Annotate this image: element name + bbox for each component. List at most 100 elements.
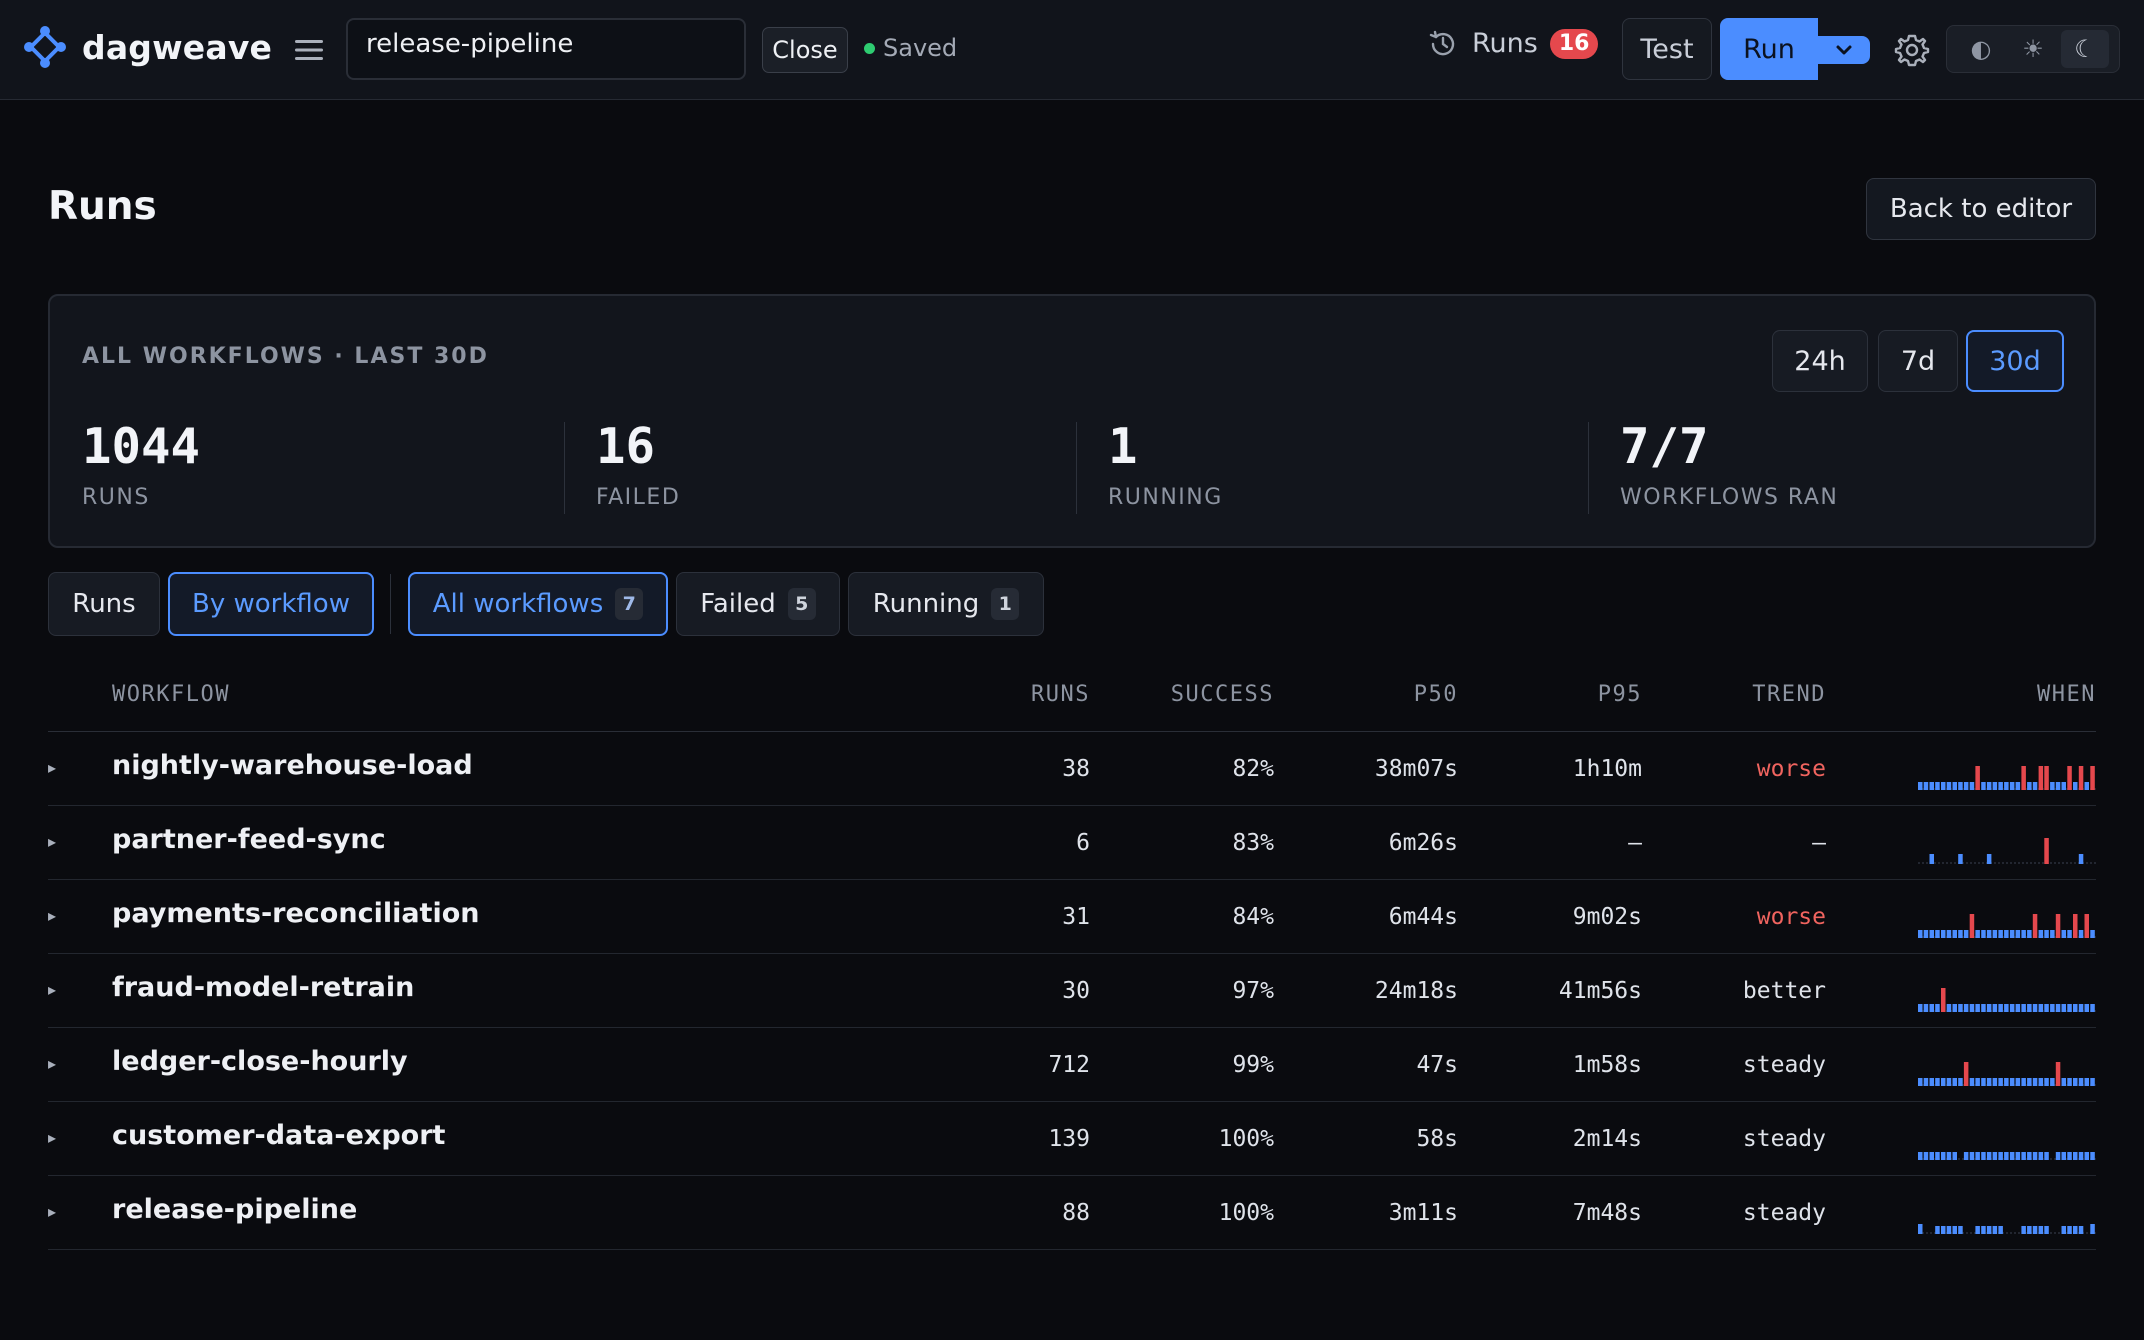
sparkline-bar-ok <box>2078 1226 2084 1234</box>
sparkline-bar-failed <box>2073 914 2078 938</box>
expand-caret-icon[interactable]: ▸ <box>48 758 56 777</box>
sparkline-bar-ok <box>2084 1004 2089 1012</box>
filter-all-workflows[interactable]: All workflows 7 <box>408 572 668 636</box>
sparkline-bar-ok <box>2021 930 2026 938</box>
column-header-workflow[interactable]: WORKFLOW <box>112 682 230 707</box>
trend-cell: steady <box>1742 1052 1826 1078</box>
sparkline-bar-failed <box>2055 1062 2061 1086</box>
filter-running[interactable]: Running 1 <box>848 572 1044 636</box>
sparkline-bar-ok <box>1981 782 1986 790</box>
column-header-p95[interactable]: P95 <box>1598 682 1642 707</box>
table-row[interactable]: ▸ ledger-close-hourly 712 99% 47s 1m58s steady <box>48 1028 2096 1102</box>
expand-caret-icon[interactable]: ▸ <box>48 906 56 925</box>
sparkline-bar-ok <box>2067 1004 2072 1012</box>
sparkline-bar-ok <box>1992 1004 1998 1012</box>
menu-icon[interactable] <box>292 30 326 70</box>
column-header-trend[interactable]: TREND <box>1752 682 1826 707</box>
sparkline-bar-ok <box>1923 930 1929 938</box>
sparkline-bar-ok <box>2078 1004 2084 1012</box>
expand-caret-icon[interactable]: ▸ <box>48 832 56 851</box>
sparkline-bar-ok <box>2078 1152 2084 1160</box>
sparkline-bar-ok <box>1975 1004 1980 1012</box>
contrast-icon[interactable]: ◐ <box>1957 30 2005 68</box>
sparkline-bar-ok <box>1992 930 1998 938</box>
sparkline-bar-ok <box>2061 782 2066 790</box>
p50-cell: 47s <box>1416 1052 1458 1078</box>
gear-icon[interactable] <box>1892 30 1932 70</box>
workflow-name: ledger-close-hourly <box>112 1046 408 1077</box>
sparkline-bar-ok <box>1946 930 1952 938</box>
sun-icon[interactable]: ☀ <box>2009 30 2057 68</box>
sparkline-bar-ok <box>2021 1152 2026 1160</box>
sparkline-bar-ok <box>1992 1226 1998 1234</box>
sparkline-bar-ok <box>1935 1004 1940 1012</box>
sparkline-bar-ok <box>2044 930 2049 938</box>
table-row[interactable]: ▸ nightly-warehouse-load 38 82% 38m07s 1h10m w… <box>48 732 2096 806</box>
sparkline-bar-ok <box>1981 1226 1986 1234</box>
sparkline-bar-ok <box>1923 1078 1929 1086</box>
close-button[interactable]: Close <box>762 27 848 73</box>
stat-runs: 1044 RUNS <box>82 422 200 516</box>
column-header-success[interactable]: SUCCESS <box>1171 682 1274 707</box>
view-by-workflow-tab[interactable]: By workflow <box>168 572 374 636</box>
sparkline-bar-ok <box>2073 1004 2078 1012</box>
sparkline-bar-ok <box>1929 782 1934 790</box>
filter-count-badge: 1 <box>991 588 1020 620</box>
run-button[interactable]: Run <box>1720 18 1818 80</box>
test-button[interactable]: Test <box>1622 18 1712 80</box>
column-header-p50[interactable]: P50 <box>1414 682 1458 707</box>
view-runs-tab[interactable]: Runs <box>48 572 160 636</box>
sparkline-bar-ok <box>2044 1078 2049 1086</box>
filter-failed[interactable]: Failed 5 <box>676 572 840 636</box>
sparkline-bar-failed <box>2084 914 2089 938</box>
back-to-editor-button[interactable]: Back to editor <box>1866 178 2096 240</box>
sparkline-bar-ok <box>2032 1226 2038 1234</box>
run-history-sparkline <box>1918 914 2096 938</box>
sparkline-bar-ok <box>2027 1078 2032 1086</box>
sparkline-bar-ok <box>2067 930 2072 938</box>
runs-nav-button[interactable]: Runs 16 <box>1428 28 1599 59</box>
sparkline-bar-ok <box>2038 1226 2044 1234</box>
range-24h-button[interactable]: 24h <box>1772 330 1868 392</box>
page-title: Runs <box>48 184 157 229</box>
table-row[interactable]: ▸ customer-data-export 139 100% 58s 2m14s stea… <box>48 1102 2096 1176</box>
expand-caret-icon[interactable]: ▸ <box>48 1128 56 1147</box>
table-row[interactable]: ▸ release-pipeline 88 100% 3m11s 7m48s steady <box>48 1176 2096 1250</box>
saved-dot-icon <box>864 42 875 54</box>
range-30d-button[interactable]: 30d <box>1966 330 2064 392</box>
stat-value: 16 <box>596 418 656 475</box>
column-header-when[interactable]: WHEN <box>2037 682 2096 707</box>
sparkline-bar-failed <box>2090 766 2095 790</box>
sparkline-bar-ok <box>1992 1078 1998 1086</box>
sparkline-bar-failed <box>2038 766 2044 790</box>
workflow-name: payments-reconciliation <box>112 898 480 929</box>
sparkline-bar-ok <box>2009 1152 2015 1160</box>
stat-running: 1 RUNNING <box>1108 422 1223 516</box>
expand-caret-icon[interactable]: ▸ <box>48 980 56 999</box>
runs-cell: 712 <box>1048 1052 1090 1078</box>
sparkline-bar-failed <box>1963 1062 1969 1086</box>
success-cell: 100% <box>1218 1126 1274 1152</box>
table-row[interactable]: ▸ fraud-model-retrain 30 97% 24m18s 41m56s bet… <box>48 954 2096 1028</box>
column-header-runs[interactable]: RUNS <box>1031 682 1090 707</box>
sparkline-bar-ok <box>1941 1152 1946 1160</box>
table-row[interactable]: ▸ partner-feed-sync 6 83% 6m26s — — <box>48 806 2096 880</box>
sparkline-bar-ok <box>1929 854 1934 864</box>
expand-caret-icon[interactable]: ▸ <box>48 1202 56 1221</box>
range-7d-button[interactable]: 7d <box>1878 330 1958 392</box>
brand[interactable]: dagweave <box>24 26 272 68</box>
moon-icon[interactable]: ☾ <box>2061 30 2109 68</box>
sparkline-bar-ok <box>1958 854 1963 864</box>
run-options-button[interactable] <box>1818 36 1870 64</box>
p95-cell: 7m48s <box>1572 1200 1642 1226</box>
stat-failed: 16 FAILED <box>596 422 680 516</box>
workflow-name-input[interactable] <box>346 18 746 80</box>
sparkline-bar-ok <box>1969 1004 1975 1012</box>
table-row[interactable]: ▸ payments-reconciliation 31 84% 6m44s 9m02s w… <box>48 880 2096 954</box>
expand-caret-icon[interactable]: ▸ <box>48 1054 56 1073</box>
run-history-sparkline <box>1918 1152 2096 1160</box>
p95-cell: 9m02s <box>1572 904 1642 930</box>
stat-value: 1044 <box>82 418 201 475</box>
sparkline-bar-ok <box>2038 930 2044 938</box>
runs-count-badge: 16 <box>1549 28 1599 59</box>
